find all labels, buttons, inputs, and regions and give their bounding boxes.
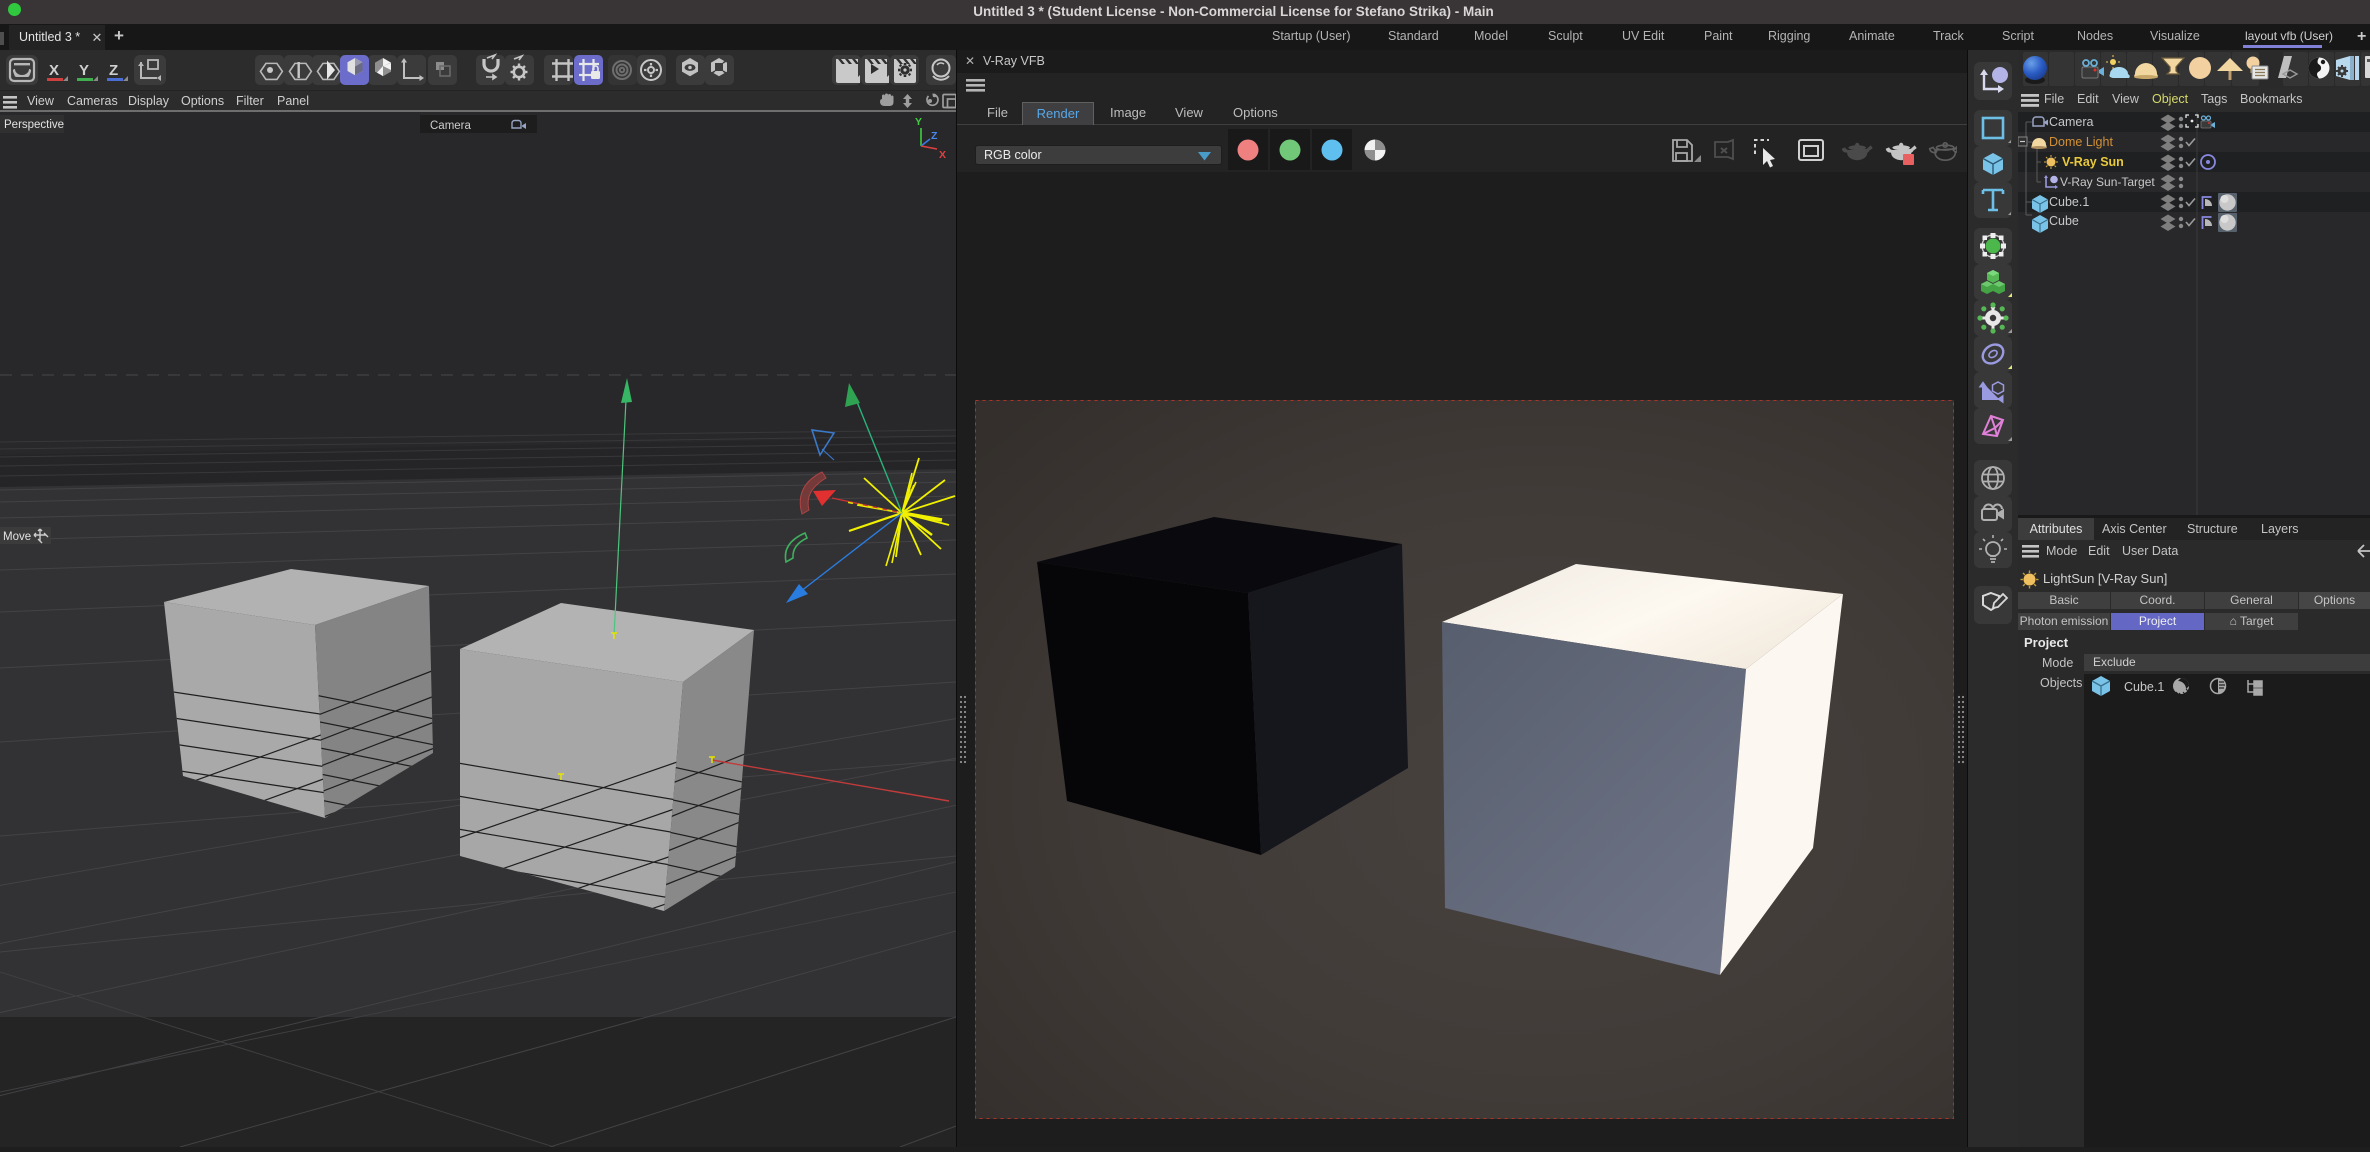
svg-text:Cube: Cube [2049, 214, 2079, 228]
svg-text:Cube.1: Cube.1 [2049, 195, 2089, 209]
svg-text:Camera: Camera [2049, 115, 2094, 129]
svg-text:Y: Y [79, 62, 89, 79]
svg-text:Z: Z [109, 62, 118, 79]
svg-text:Y: Y [915, 116, 922, 128]
svg-text:V-Ray Sun: V-Ray Sun [2062, 155, 2124, 169]
svg-text:Perspective: Perspective [4, 119, 64, 131]
svg-text:X: X [939, 149, 946, 161]
svg-text:Move: Move [3, 531, 31, 543]
svg-text:Dome Light: Dome Light [2049, 135, 2113, 149]
svg-text:Camera: Camera [430, 120, 472, 132]
svg-text:Cube.1: Cube.1 [2124, 680, 2164, 694]
svg-text:X: X [49, 62, 59, 79]
svg-text:V-Ray Sun-Target: V-Ray Sun-Target [2060, 175, 2155, 189]
svg-text:Z: Z [931, 130, 938, 142]
